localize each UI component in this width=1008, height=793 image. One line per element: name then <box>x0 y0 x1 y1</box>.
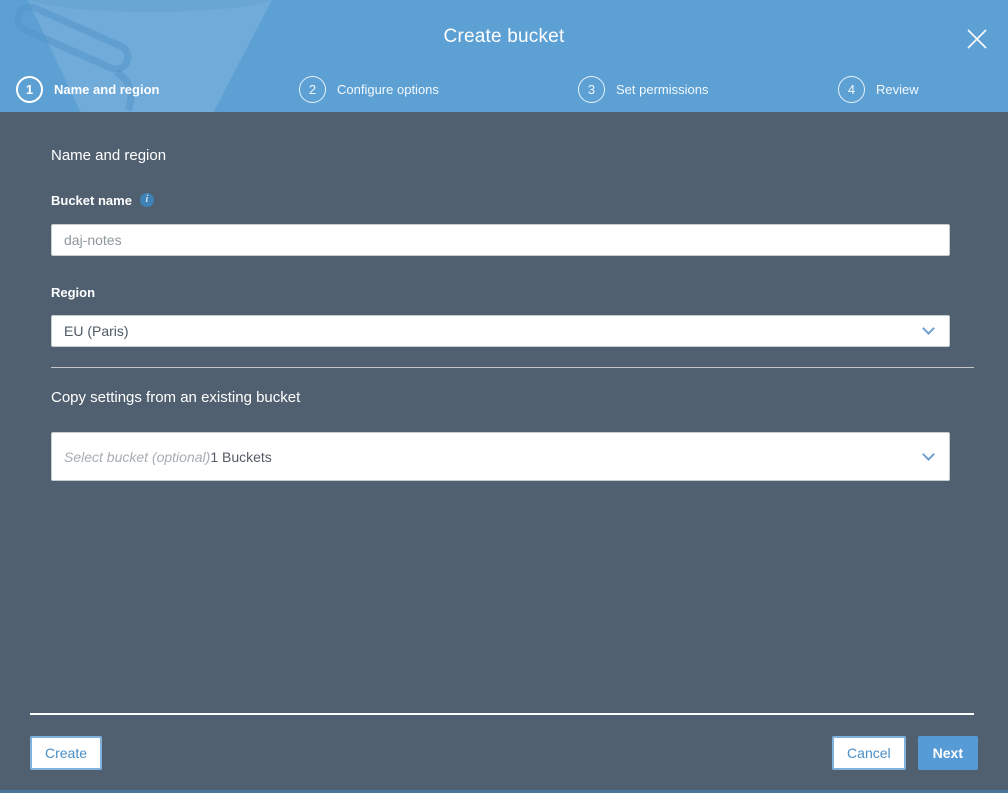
step-configure-options[interactable]: 2 Configure options <box>299 74 439 104</box>
step-name-and-region[interactable]: 1 Name and region <box>16 74 159 104</box>
step-4-circle: 4 <box>838 75 865 103</box>
create-bucket-modal: Create bucket 1 Name and region 2 Config… <box>0 0 1008 793</box>
close-icon[interactable] <box>962 24 992 54</box>
step-1-label: Name and region <box>54 81 160 97</box>
chevron-down-icon <box>922 447 935 461</box>
bucket-name-input[interactable] <box>51 224 950 256</box>
bucket-name-label: Bucket name <box>51 192 132 208</box>
copy-bucket-select[interactable]: Select bucket (optional) 1 Buckets <box>51 432 950 481</box>
modal-footer: Create Cancel Next <box>30 736 978 770</box>
create-button[interactable]: Create <box>30 736 103 770</box>
step-set-permissions[interactable]: 3 Set permissions <box>578 74 708 104</box>
modal-header: Create bucket 1 Name and region 2 Config… <box>0 0 1008 112</box>
section-heading-name-and-region: Name and region <box>51 147 167 164</box>
section-divider <box>51 367 974 368</box>
region-select[interactable]: EU (Paris) <box>51 315 950 347</box>
footer-divider <box>30 713 974 715</box>
region-label: Region <box>51 284 96 300</box>
region-selected-value: EU (Paris) <box>64 323 129 339</box>
info-icon[interactable]: i <box>139 193 154 207</box>
step-2-label: Configure options <box>337 81 439 97</box>
step-2-circle: 2 <box>299 75 326 103</box>
wizard-steps: 1 Name and region 2 Configure options 3 … <box>0 74 1008 106</box>
modal-title: Create bucket <box>443 26 565 47</box>
bucket-count-text: 1 Buckets <box>210 448 272 465</box>
chevron-down-icon <box>922 322 935 335</box>
step-1-circle: 1 <box>16 75 43 103</box>
copy-bucket-placeholder: Select bucket (optional) <box>64 448 211 465</box>
step-3-circle: 3 <box>578 75 605 103</box>
modal-body: Name and region Bucket name i Region EU … <box>0 112 1008 793</box>
step-4-label: Review <box>876 81 919 97</box>
step-review[interactable]: 4 Review <box>838 74 919 104</box>
next-button[interactable]: Next <box>917 736 978 770</box>
step-3-label: Set permissions <box>616 81 709 97</box>
cancel-button[interactable]: Cancel <box>832 736 906 770</box>
copy-settings-heading: Copy settings from an existing bucket <box>51 389 301 406</box>
